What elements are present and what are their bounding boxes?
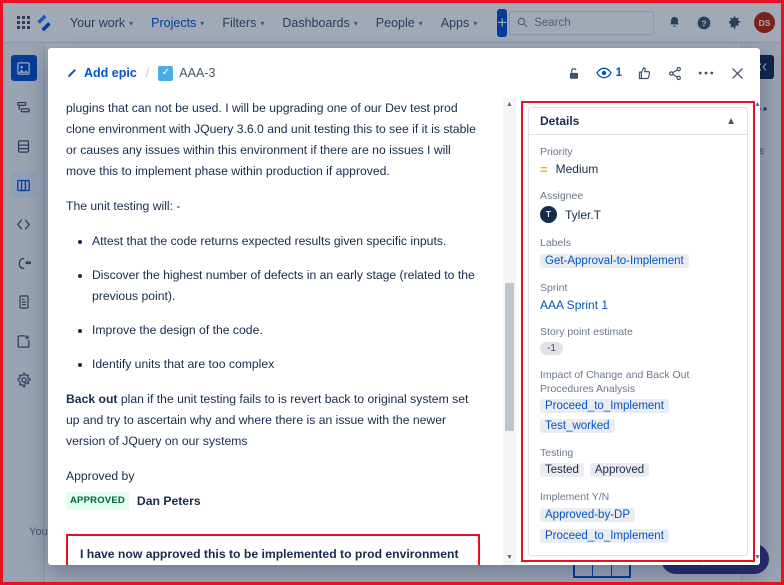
- content-scrollbar[interactable]: ▲ ▼: [503, 98, 516, 565]
- backout-paragraph: Back out plan if the unit testing fails …: [66, 389, 480, 452]
- comment-text: I have now approved this to be implement…: [80, 546, 459, 561]
- field-label: Sprint: [540, 281, 568, 294]
- field-sprint: Sprint AAA Sprint 1: [540, 281, 736, 312]
- scroll-up-arrow-icon[interactable]: ▲: [754, 98, 760, 112]
- details-highlight-frame: Details ▲ Priority = Medium Assignee T T…: [521, 101, 755, 562]
- details-fields: Priority = Medium Assignee T Tyler.T Lab…: [529, 135, 747, 543]
- backout-bold-label: Back out: [66, 391, 118, 406]
- priority-medium-icon: =: [540, 161, 548, 177]
- assignee-name: Tyler.T: [565, 207, 602, 222]
- field-label: Labels: [540, 237, 571, 250]
- approved-by-row: APPROVED Dan Peters: [66, 491, 480, 512]
- list-item: Improve the design of the code.: [92, 320, 480, 341]
- impact-chip[interactable]: Proceed_to_Implement: [540, 399, 669, 414]
- watch-count: 1: [615, 67, 622, 79]
- thumbs-up-icon[interactable]: [637, 66, 652, 81]
- field-value[interactable]: Approved-by-DP Proceed_to_Implement: [540, 507, 736, 543]
- field-testing: Testing Tested Approved: [540, 446, 736, 478]
- field-label: Story point estimate: [540, 325, 633, 338]
- details-scrollbar[interactable]: ▲ ▼: [751, 98, 760, 565]
- list-item: Discover the highest number of defects i…: [92, 265, 480, 307]
- issue-content-column: plugins that can not be used. I will be …: [48, 98, 503, 565]
- field-value[interactable]: T Tyler.T: [540, 206, 736, 224]
- field-value[interactable]: Tested Approved: [540, 463, 736, 478]
- details-card: Details ▲ Priority = Medium Assignee T T…: [528, 107, 748, 556]
- approver-name: Dan Peters: [136, 493, 201, 508]
- label-chip[interactable]: Get-Approval-to-Implement: [540, 253, 689, 268]
- modal-body: plugins that can not be used. I will be …: [48, 98, 760, 565]
- description-paragraph-1: plugins that can not be used. I will be …: [66, 101, 476, 178]
- pencil-icon: [68, 69, 76, 77]
- field-value[interactable]: Proceed_to_Implement Test_worked: [540, 399, 736, 434]
- approved-by-label: Approved by: [66, 468, 135, 483]
- comment-highlight-box[interactable]: I have now approved this to be implement…: [66, 533, 480, 565]
- impact-chip[interactable]: Test_worked: [540, 419, 615, 434]
- testing-chip[interactable]: Approved: [589, 463, 650, 478]
- issue-key-label: AAA-3: [179, 66, 216, 80]
- unit-testing-list: Attest that the code returns expected re…: [66, 231, 480, 375]
- details-column: Details ▲ Priority = Medium Assignee T T…: [516, 98, 760, 565]
- issue-description: plugins that can not be used. I will be …: [48, 98, 502, 565]
- close-icon[interactable]: [729, 65, 746, 82]
- list-item: Attest that the code returns expected re…: [92, 231, 480, 252]
- avatar: T: [540, 206, 557, 224]
- unlock-icon[interactable]: [567, 66, 581, 81]
- field-label: Impact of Change and Back Out Procedures…: [540, 368, 690, 396]
- scroll-down-arrow-icon[interactable]: ▼: [506, 551, 513, 565]
- field-value[interactable]: Get-Approval-to-Implement: [540, 253, 736, 268]
- field-value[interactable]: = Medium: [540, 162, 736, 176]
- details-panel-header[interactable]: Details ▲: [529, 108, 747, 135]
- status-badge: APPROVED: [66, 492, 129, 511]
- chevron-up-icon[interactable]: ▲: [726, 116, 736, 127]
- implement-chip[interactable]: Approved-by-DP: [540, 507, 636, 522]
- scroll-down-arrow-icon[interactable]: ▼: [754, 551, 760, 565]
- list-item: Identify units that are too complex: [92, 354, 480, 375]
- story-point-pill[interactable]: -1: [540, 341, 563, 355]
- issue-key-link[interactable]: ✓ AAA-3: [158, 65, 216, 81]
- scrollbar-thumb[interactable]: [505, 283, 514, 431]
- testing-chip[interactable]: Tested: [540, 463, 584, 478]
- field-labels: Labels Get-Approval-to-Implement: [540, 236, 736, 268]
- more-actions-icon[interactable]: [698, 70, 714, 76]
- task-type-icon: ✓: [158, 65, 174, 81]
- field-label: Assignee: [540, 190, 584, 203]
- add-epic-label: Add epic: [84, 66, 137, 80]
- field-label: Implement Y/N: [540, 491, 610, 504]
- scroll-up-arrow-icon[interactable]: ▲: [506, 98, 513, 112]
- breadcrumb: Add epic / ✓ AAA-3: [66, 65, 216, 81]
- field-implement-yn: Implement Y/N Approved-by-DP Proceed_to_…: [540, 490, 736, 543]
- modal-header-actions: 1: [567, 65, 746, 82]
- sprint-link[interactable]: AAA Sprint 1: [540, 298, 736, 312]
- breadcrumb-separator: /: [145, 66, 150, 80]
- priority-value: Medium: [555, 162, 599, 177]
- modal-header: Add epic / ✓ AAA-3 1: [48, 48, 760, 98]
- details-title-label: Details: [540, 114, 580, 128]
- field-value[interactable]: -1: [540, 341, 736, 355]
- field-priority: Priority = Medium: [540, 145, 736, 176]
- description-paragraph-2: The unit testing will: -: [66, 198, 181, 213]
- field-impact-of-change: Impact of Change and Back Out Procedures…: [540, 368, 736, 434]
- add-epic-button[interactable]: Add epic: [66, 66, 137, 80]
- backout-rest-text: plan if the unit testing fails to is rev…: [66, 391, 469, 448]
- field-label: Testing: [540, 447, 574, 460]
- watch-eye-icon[interactable]: 1: [595, 67, 622, 79]
- implement-chip[interactable]: Proceed_to_Implement: [540, 528, 669, 543]
- field-label: Priority: [540, 146, 573, 158]
- field-assignee: Assignee T Tyler.T: [540, 189, 736, 224]
- field-story-point-estimate: Story point estimate -1: [540, 325, 736, 355]
- issue-detail-modal: Add epic / ✓ AAA-3 1 plugins that can no…: [48, 48, 760, 565]
- screenshot-root: Your work ▾ Projects ▾ Filters ▾ Dashboa…: [0, 0, 784, 585]
- share-icon[interactable]: [667, 66, 683, 81]
